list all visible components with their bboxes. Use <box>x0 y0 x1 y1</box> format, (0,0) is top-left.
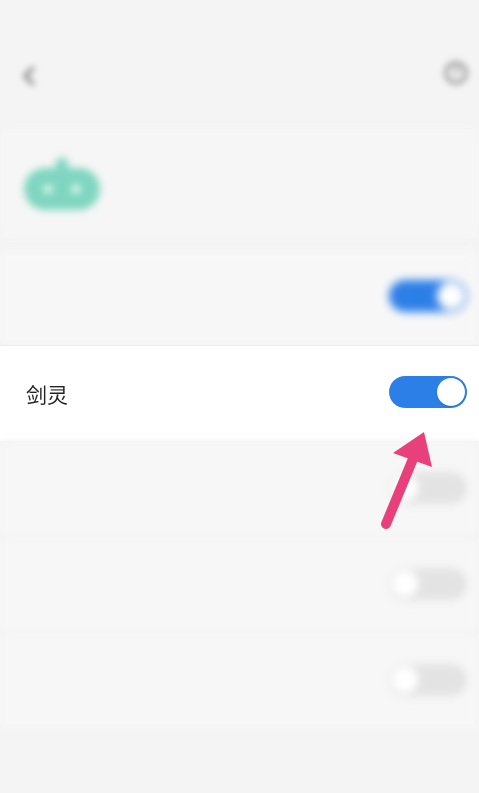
toggle-knob <box>437 378 465 406</box>
back-chevron-icon[interactable] <box>22 66 36 86</box>
nav-bar: ? <box>0 44 479 114</box>
game-toggle-switch[interactable] <box>389 280 467 312</box>
game-row <box>0 250 479 345</box>
status-bar <box>0 0 479 36</box>
game-toggle-switch[interactable] <box>389 568 467 600</box>
pointer-arrow-icon <box>370 420 440 540</box>
help-question-icon[interactable]: ? <box>445 62 467 84</box>
game-row <box>0 633 479 729</box>
toggle-knob <box>437 282 465 310</box>
game-toggle-switch[interactable] <box>389 664 467 696</box>
toggle-knob <box>391 570 419 598</box>
game-row <box>0 537 479 633</box>
game-robot-icon <box>22 158 102 214</box>
game-toggle-switch[interactable] <box>389 376 467 408</box>
toggle-knob <box>391 666 419 694</box>
info-banner <box>0 128 479 238</box>
game-row-label: 剑灵 <box>26 384 68 408</box>
